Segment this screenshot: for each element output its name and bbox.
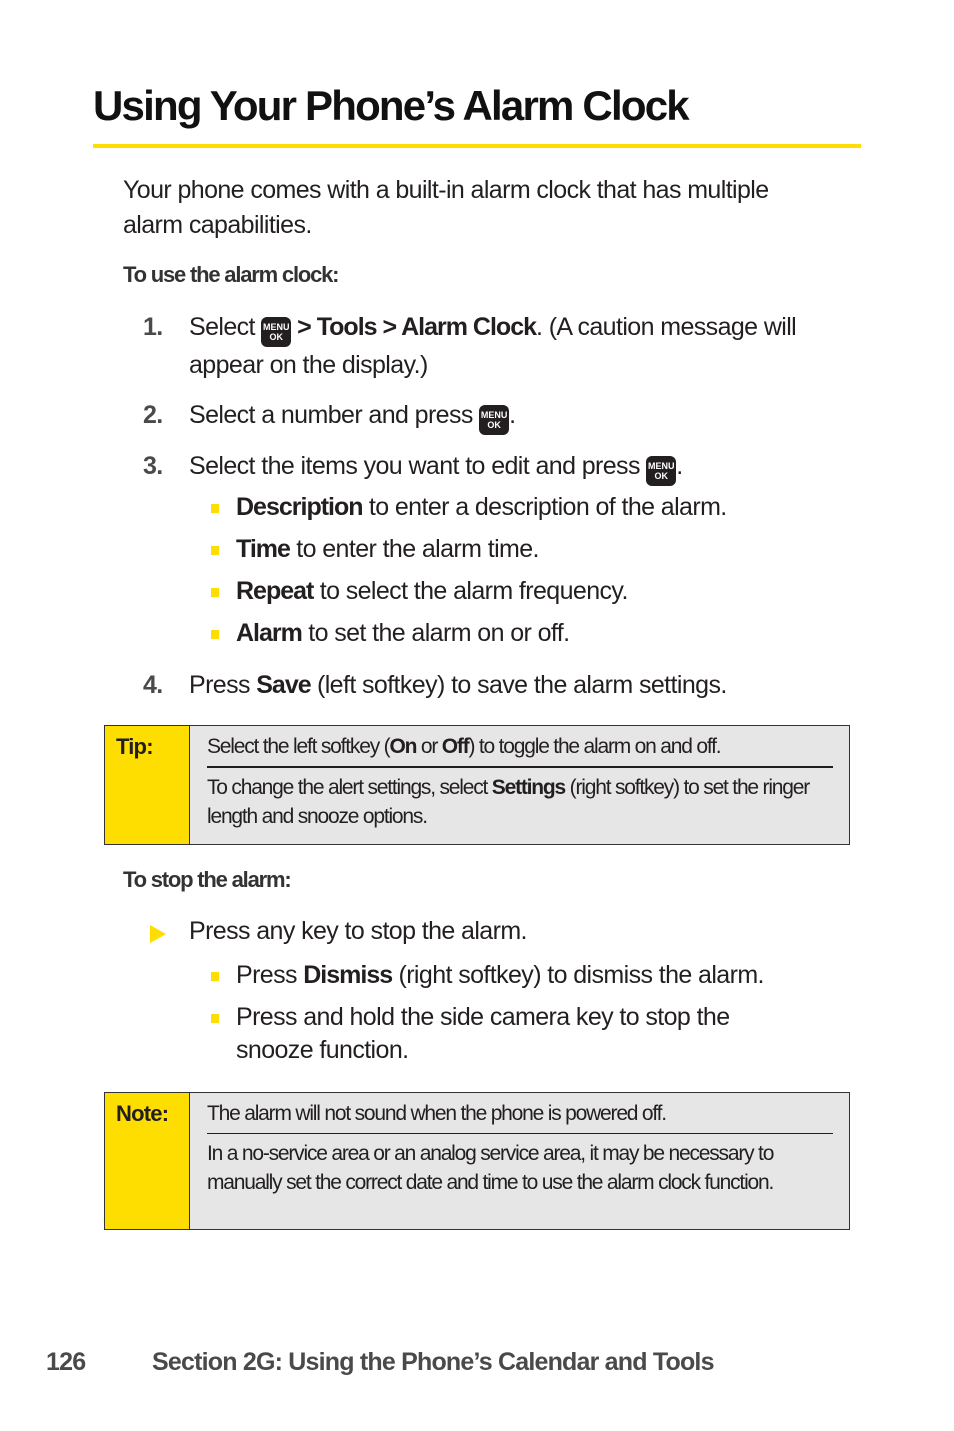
tip-box: Tip: Select the left softkey (On or Off)… <box>104 725 850 845</box>
use-alarm-heading: To use the alarm clock: <box>123 262 339 287</box>
menu-ok-key-icon: MENU OK <box>646 456 677 486</box>
bullet-square-icon <box>211 588 219 597</box>
step-text: Select <box>189 313 262 341</box>
bullet-term: Repeat <box>236 577 314 605</box>
separator: > <box>376 313 402 341</box>
note-paragraph-2: In a no-service area or an analog servic… <box>207 1142 774 1194</box>
intro-paragraph: Your phone comes with a built-in alarm c… <box>123 176 769 239</box>
step-text: Press <box>189 671 257 699</box>
bullet-alarm: Alarm to set the alarm on or off. <box>211 617 831 650</box>
step-number: 4. <box>143 671 163 699</box>
tip-paragraph-1: Select the left softkey (On or Off) to t… <box>207 735 722 758</box>
menu-ok-key-icon: MENU OK <box>479 405 510 435</box>
note-label: Note: <box>105 1093 190 1229</box>
page-number: 126 <box>46 1348 86 1376</box>
bullet-square-icon <box>211 630 219 639</box>
bullet-text: to select the alarm frequency. <box>313 577 629 605</box>
step-2: 2. Select a number and press MENU OK. <box>143 397 843 435</box>
step-3: 3. Select the items you want to edit and… <box>143 448 843 486</box>
bullet-text: to enter a description of the alarm. <box>362 493 727 521</box>
step-text: Select a number and press <box>189 401 480 429</box>
bullet-description: Description to enter a description of th… <box>211 491 831 524</box>
step-text: (left softkey) to save the alarm setting… <box>310 671 727 699</box>
bullet-time: Time to enter the alarm time. <box>211 533 831 566</box>
bullet-text: Press <box>236 961 304 989</box>
bullet-square-icon <box>211 504 219 513</box>
step-number: 2. <box>143 401 163 429</box>
step-4: 4. Press Save (left softkey) to save the… <box>143 667 843 703</box>
note-paragraph-1: The alarm will not sound when the phone … <box>207 1102 667 1125</box>
note-box: Note: The alarm will not sound when the … <box>104 1092 850 1230</box>
bullet-square-icon <box>211 1014 219 1023</box>
bullet-text: Press and hold the side camera key to st… <box>236 1003 730 1064</box>
menu-ok-key-icon: MENU OK <box>261 317 292 347</box>
tip-label: Tip: <box>105 726 190 844</box>
page-title: Using Your Phone’s Alarm Clock <box>93 82 690 129</box>
stop-alarm-heading: To stop the alarm: <box>123 867 292 892</box>
arrow-right-icon <box>150 925 166 943</box>
section-title: Section 2G: Using the Phone’s Calendar a… <box>152 1348 714 1376</box>
bullet-repeat: Repeat to select the alarm frequency. <box>211 575 831 608</box>
bullet-term: Time <box>236 535 291 563</box>
step-text: . <box>676 452 683 480</box>
tip-divider <box>207 766 833 768</box>
bullet-dismiss: Press Dismiss (right softkey) to dismiss… <box>211 959 831 992</box>
softkey-dismiss: Dismiss <box>303 961 393 989</box>
bullet-camera-key: Press and hold the side camera key to st… <box>211 1001 771 1067</box>
title-underline <box>93 144 861 148</box>
separator: > <box>291 313 317 341</box>
bullet-square-icon <box>211 546 219 555</box>
step-1: 1. Select MENU OK > Tools > Alarm Clock. … <box>143 309 843 383</box>
menu-path-tools: Tools <box>316 313 378 341</box>
stop-alarm-item: Press any key to stop the alarm. <box>150 917 528 946</box>
bullet-term: Alarm <box>236 619 303 647</box>
bullet-text: to set the alarm on or off. <box>301 619 570 647</box>
step-number: 1. <box>143 313 163 341</box>
stop-alarm-text: Press any key to stop the alarm. <box>189 917 528 945</box>
note-divider <box>207 1133 833 1134</box>
step-number: 3. <box>143 452 163 480</box>
bullet-text: to enter the alarm time. <box>289 535 539 563</box>
softkey-save: Save <box>256 671 311 699</box>
step-text: . <box>509 401 516 429</box>
bullet-term: Description <box>236 493 364 521</box>
step-text: Select the items you want to edit and pr… <box>189 452 647 480</box>
bullet-text: (right softkey) to dismiss the alarm. <box>392 961 764 989</box>
menu-path-alarm-clock: Alarm Clock <box>401 313 537 341</box>
tip-paragraph-2: To change the alert settings, select Set… <box>207 776 810 828</box>
page-footer: 126 Section 2G: Using the Phone’s Calend… <box>46 1348 714 1377</box>
bullet-square-icon <box>211 972 219 981</box>
